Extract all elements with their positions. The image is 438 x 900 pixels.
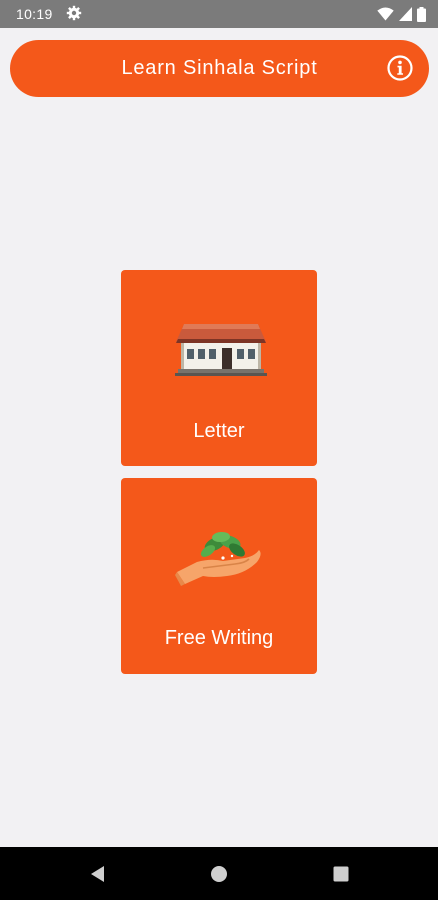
status-bar: 10:19 [0,0,438,28]
wifi-icon [377,7,394,21]
free-writing-button[interactable]: Free Writing [121,478,317,674]
signal-icon [399,7,412,21]
letter-label: Letter [193,420,245,442]
recents-icon[interactable] [331,864,351,884]
free-writing-label: Free Writing [164,627,274,649]
hand-with-leaves-image [175,531,261,586]
house-image [175,324,267,376]
page-title: Learn Sinhala Script [121,57,318,79]
navigation-bar [0,847,438,900]
back-icon[interactable] [88,864,108,884]
info-icon[interactable] [387,55,413,81]
app-header: Learn Sinhala Script [10,40,429,97]
letter-button[interactable]: Letter [121,270,317,466]
battery-icon [417,6,426,22]
status-time: 10:19 [16,6,53,22]
gear-icon [66,5,82,21]
home-icon[interactable] [209,864,229,884]
